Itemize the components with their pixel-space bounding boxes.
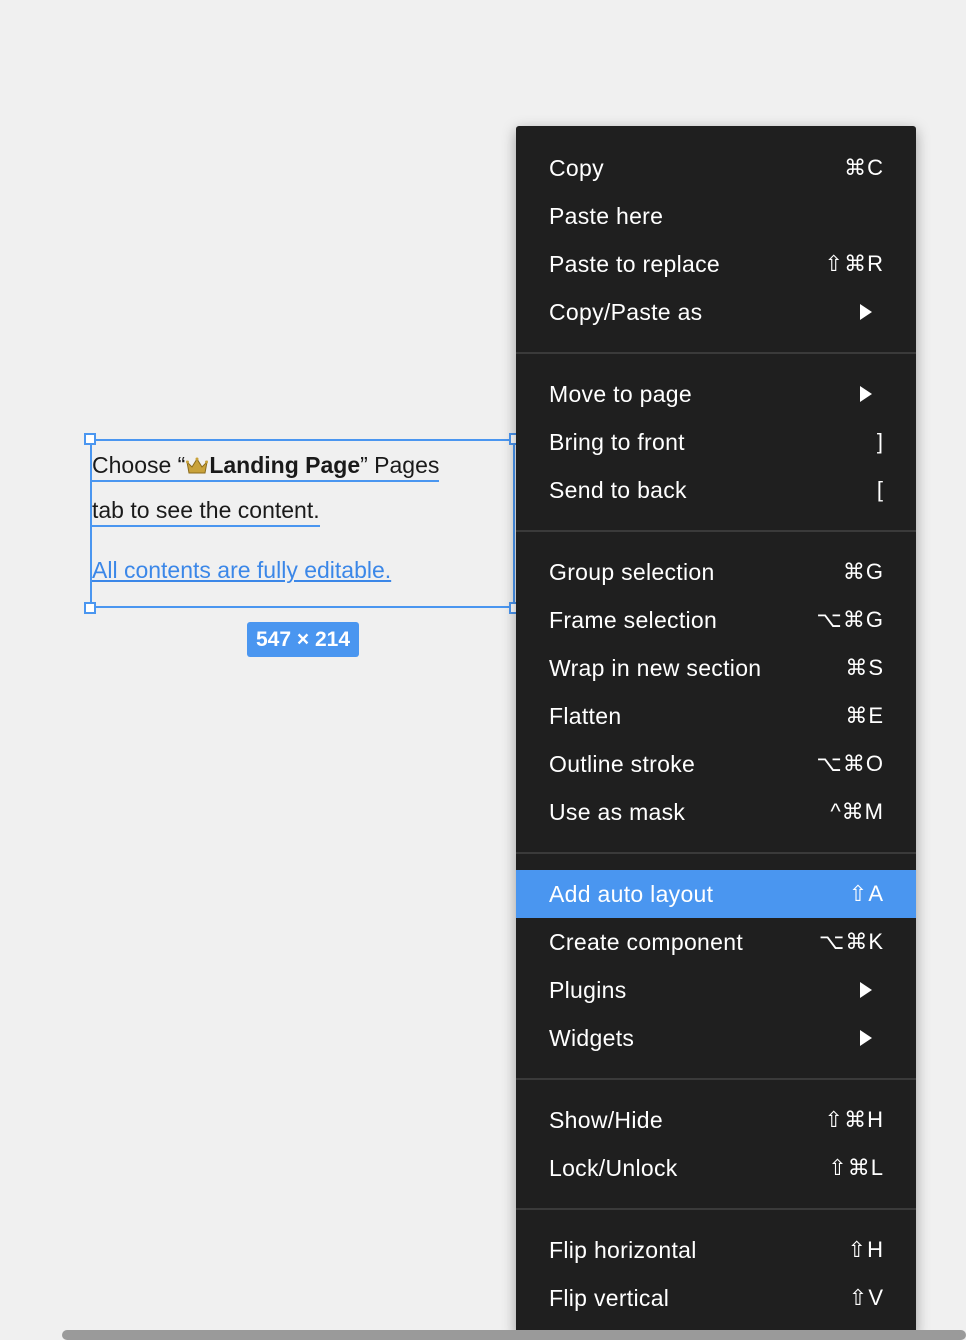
menu-item-wrap-in-new-section[interactable]: Wrap in new section ⌘S [516,644,916,692]
menu-item-shortcut: ⇧⌘L [828,1155,884,1180]
selected-text-layer[interactable]: Choose “ Landing Page” Pages tab to see t… [84,433,521,614]
menu-item-shortcut: ⌘G [842,559,884,584]
menu-item-bring-to-front[interactable]: Bring to front] [516,418,916,466]
menu-item-create-component[interactable]: Create component ⌥⌘K [516,918,916,966]
text-line-1-suffix: ” Pages [360,452,440,478]
submenu-arrow-icon [860,982,872,998]
menu-item-label: Show/Hide [549,1106,663,1133]
menu-item-label: Copy/Paste as [549,298,703,325]
menu-item-flip-horizontal[interactable]: Flip horizontal ⇧H [516,1226,916,1274]
menu-item-show-hide[interactable]: Show/Hide ⇧⌘H [516,1096,916,1144]
menu-item-shortcut: ⇧⌘H [824,1107,884,1132]
menu-item-plugins[interactable]: Plugins [516,966,916,1014]
menu-item-outline-stroke[interactable]: Outline stroke ⌥⌘O [516,740,916,788]
menu-item-shortcut: ^⌘M [830,799,884,824]
menu-item-label: Widgets [549,1024,635,1051]
menu-item-use-as-mask[interactable]: Use as mask ^⌘M [516,788,916,836]
menu-item-shortcut: ⇧V [848,1285,884,1310]
crown-icon [186,457,209,474]
submenu-arrow-icon [860,386,872,402]
text-line-2: tab to see the content. [92,496,320,527]
editable-link-text: All contents are fully editable. [92,557,392,583]
menu-item-shortcut: ⌘C [844,155,884,180]
horizontal-scrollbar[interactable] [62,1330,966,1340]
menu-item-move-to-page[interactable]: Move to page [516,370,916,418]
resize-handle-top-left[interactable] [84,433,96,445]
menu-item-send-to-back[interactable]: Send to back [ [516,466,916,514]
text-line-1-bold: Landing Page [209,452,361,478]
menu-item-label: Flip vertical [549,1284,670,1311]
menu-item-label: Copy [549,154,604,181]
menu-item-label: Use as mask [549,798,686,825]
menu-item-shortcut: ⇧H [847,1237,884,1262]
menu-item-copy[interactable]: Copy ⌘C [516,144,916,192]
menu-item-label: Send to back [549,476,687,503]
menu-item-paste-here[interactable]: Paste here [516,192,916,240]
menu-divider [516,352,916,354]
menu-item-label: Frame selection [549,606,718,633]
menu-item-label: Paste here [549,202,664,229]
menu-item-label: Outline stroke [549,750,696,777]
menu-item-label: Flatten [549,702,622,729]
menu-item-label: Plugins [549,976,627,1003]
menu-item-shortcut: [ [876,477,884,502]
menu-item-label: Paste to replace [549,250,721,277]
design-canvas[interactable]: Choose “ Landing Page” Pages tab to see t… [0,0,966,1340]
menu-item-label: Group selection [549,558,715,585]
menu-item-shortcut: ⌥⌘G [816,607,884,632]
menu-item-shortcut: ⇧A [848,881,884,906]
text-line-1: Choose “ Landing Page” Pages [92,451,440,482]
menu-item-paste-to-replace[interactable]: Paste to replace ⇧⌘R [516,240,916,288]
menu-divider [516,1078,916,1080]
submenu-arrow-icon [860,1030,872,1046]
menu-item-flip-vertical[interactable]: Flip vertical ⇧V [516,1274,916,1322]
menu-item-label: Bring to front [549,428,685,455]
menu-item-frame-selection[interactable]: Frame selection ⌥⌘G [516,596,916,644]
context-menu: Copy ⌘C Paste here Paste to replace ⇧⌘R Copy/… [516,126,916,1336]
menu-item-label: Lock/Unlock [549,1154,678,1181]
menu-item-shortcut: ⌥⌘K [818,929,884,954]
menu-item-flatten[interactable]: Flatten ⌘E [516,692,916,740]
resize-handle-bottom-left[interactable] [84,602,96,614]
menu-item-label: Create component [549,928,744,955]
dimension-badge: 547 × 214 [247,622,360,657]
menu-item-label: Wrap in new section [549,654,762,681]
menu-item-label: Flip horizontal [549,1236,697,1263]
menu-item-shortcut: ] [876,429,884,454]
menu-divider [516,530,916,532]
menu-item-shortcut: ⌘E [845,703,884,728]
menu-item-copy-paste-as[interactable]: Copy/Paste as [516,288,916,336]
text-line-1-prefix: Choose “ [92,452,186,478]
menu-item-lock-unlock[interactable]: Lock/Unlock ⇧⌘L [516,1144,916,1192]
menu-item-label: Add auto layout [549,880,714,907]
menu-item-shortcut: ⌥⌘O [816,751,884,776]
menu-item-group-selection[interactable]: Group selection ⌘G [516,548,916,596]
menu-item-widgets[interactable]: Widgets [516,1014,916,1062]
menu-divider [516,852,916,854]
submenu-arrow-icon [860,304,872,320]
menu-item-shortcut: ⌘S [845,655,884,680]
menu-divider [516,1208,916,1210]
menu-item-add-auto-layout[interactable]: Add auto layout ⇧A [516,870,916,918]
menu-item-label: Move to page [549,380,692,407]
menu-item-shortcut: ⇧⌘R [824,251,884,276]
